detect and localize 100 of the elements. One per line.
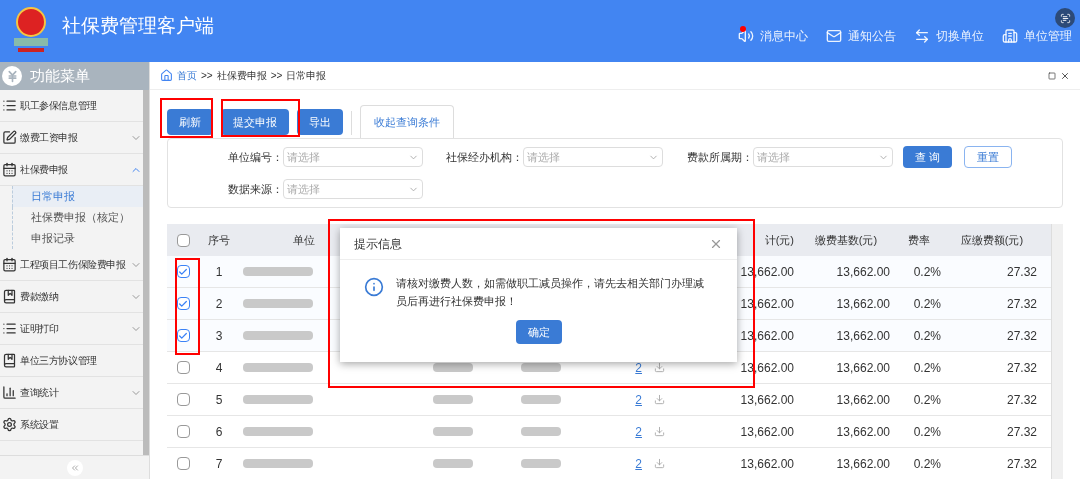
blurred-text [243,267,313,276]
list-icon [2,321,17,336]
checkbox[interactable] [176,425,190,438]
scrollbar[interactable] [1051,224,1063,479]
checkbox[interactable] [176,393,190,406]
header-link[interactable]: 单位管理 [1002,27,1072,45]
table-cell-text: 7 [214,455,224,473]
column-header: 缴费基数(元) [813,232,879,248]
calendar-icon [2,162,17,177]
blurred-text [521,395,561,404]
table-cell-text: 13,662.00 [835,455,891,473]
toolbar-button[interactable]: 刷新 [167,109,213,135]
select-field[interactable]: 请选择 [283,147,423,167]
table-cell-text: 3 [214,327,224,345]
checkbox[interactable] [176,233,190,247]
table-cell-text: 0.2% [912,327,942,345]
column-header: 应缴费额(元) [959,232,1025,248]
table-cell-text: 27.32 [1005,391,1038,409]
scan-icon[interactable] [1055,8,1075,28]
filter-label: 数据来源： [228,181,283,197]
blurred-text [243,459,313,468]
table-cell-text: 0.2% [912,423,942,441]
breadcrumb-link[interactable]: 社保费申报 [216,68,267,83]
building-icon [1002,28,1018,44]
scrollbar[interactable] [143,90,149,455]
book-icon [2,289,17,304]
table-cell-text: 4 [214,359,224,377]
count-link[interactable]: 2 [635,454,642,473]
table-cell-text: 27.32 [1005,263,1038,281]
sidebar-title: 功能菜单 [30,65,90,86]
select-field[interactable]: 请选择 [523,147,663,167]
table-cell-text: 27.32 [1005,359,1038,377]
table-cell-text: 27.32 [1005,327,1038,345]
header-link[interactable]: 消息中心 [738,27,808,45]
column-header: 序号 [207,232,231,248]
app-title: 社保费管理客户端 [62,13,214,38]
column-header: 计(元) [764,232,794,248]
blurred-text [243,299,313,308]
table-cell-text: 5 [214,391,224,409]
download-icon[interactable] [654,362,665,373]
breadcrumb-link[interactable]: 日常申报 [286,68,327,83]
count-link[interactable]: 2 [635,422,642,441]
blurred-text [521,427,561,436]
select-field[interactable]: 请选择 [283,179,423,199]
count-link[interactable]: 2 [635,358,642,377]
blurred-text [433,427,473,436]
table-cell-text: 0.2% [912,263,942,281]
toolbar-button[interactable]: 导出 [297,109,343,135]
download-icon[interactable] [654,394,665,405]
switch-icon [914,28,930,44]
header-link[interactable]: 切换单位 [914,27,984,45]
blurred-text [433,459,473,468]
header-link[interactable]: 通知公告 [826,27,896,45]
checkbox[interactable] [176,361,190,374]
dialog-message: 请核对缴费人数，如需做职工减员操作，请先去相关部门办理减员后再进行社保费申报！ [396,276,705,309]
table-cell-text: 13,662.00 [739,423,795,441]
checkbox[interactable] [176,457,190,470]
breadcrumb-separator: >> [270,69,283,83]
table-cell-text: 0.2% [912,455,942,473]
filter-button[interactable]: 重置 [964,146,1013,168]
select-field[interactable]: 请选择 [753,147,893,167]
confirm-button[interactable]: 确定 [515,320,562,344]
download-icon[interactable] [654,426,665,437]
toolbar-button[interactable]: 提交申报 [221,109,289,135]
download-icon[interactable] [654,458,665,469]
table-cell-text: 27.32 [1005,295,1038,313]
calendar-icon [2,257,17,272]
table-cell-text: 13,662.00 [835,423,891,441]
table-cell-text: 13,662.00 [835,295,891,313]
table-cell-text: 0.2% [912,391,942,409]
collapse-button[interactable] [66,459,83,476]
table-cell-text: 2 [214,295,224,313]
info-icon [364,277,384,297]
breadcrumb-link[interactable]: 首页 [177,68,197,83]
speaker-icon [738,28,754,44]
book-icon [2,353,17,368]
table-cell-text: 27.32 [1005,455,1038,473]
collapse-filter-tab[interactable]: 收起查询条件 [360,105,454,138]
submenu-item[interactable]: 日常申报 [12,186,143,207]
restore-icon[interactable] [1048,71,1056,80]
filter-label: 单位编号： [228,149,283,165]
table-cell-text: 0.2% [912,295,942,313]
close-icon[interactable] [1060,70,1070,81]
filter-button[interactable]: 查 询 [903,146,953,168]
blurred-text [433,363,473,372]
count-link[interactable]: 2 [635,390,642,409]
gear-icon [2,417,17,432]
mail-icon [826,28,842,44]
column-header: 费率 [906,232,931,248]
double-chevron-icon [69,462,80,473]
table-cell-text: 0.2% [912,359,942,377]
chart-icon [2,385,17,400]
home-icon [160,69,173,82]
table-cell-text: 13,662.00 [835,263,891,281]
dialog-title: 提示信息 [354,235,402,253]
blurred-text [521,459,561,468]
blurred-text [433,395,473,404]
blurred-text [243,427,313,436]
table-cell-text: 13,662.00 [835,327,891,345]
blurred-text [521,363,561,372]
